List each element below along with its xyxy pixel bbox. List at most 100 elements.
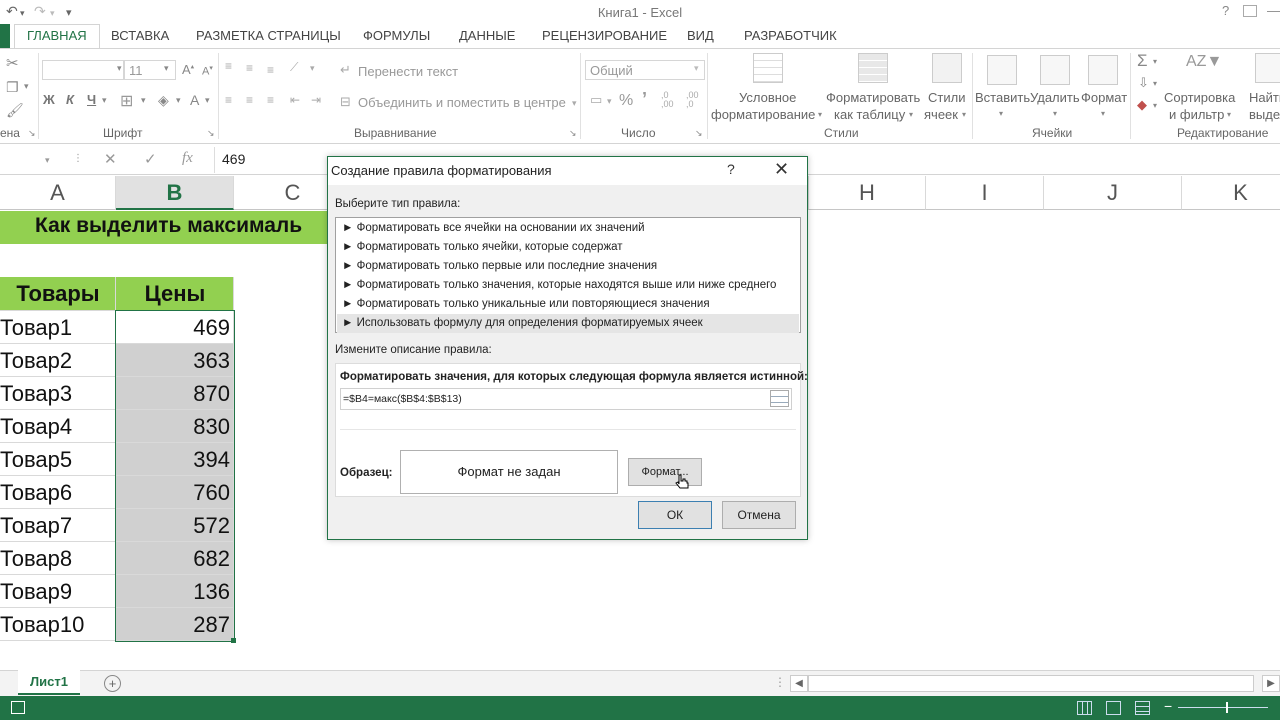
bold-button[interactable]: Ж bbox=[43, 92, 55, 107]
alignment-launcher-icon[interactable]: ↘ bbox=[569, 128, 577, 139]
column-header-h[interactable]: H bbox=[808, 176, 926, 210]
scroll-right-icon[interactable]: ▶ bbox=[1262, 675, 1280, 692]
tab-data[interactable]: ДАННЫЕ bbox=[459, 28, 515, 43]
cell-goods[interactable]: Товар7 bbox=[0, 513, 72, 539]
format-as-table-label2[interactable]: как таблицу bbox=[834, 107, 905, 122]
merge-dropdown-icon[interactable]: ▾ bbox=[572, 98, 577, 109]
macro-record-icon[interactable] bbox=[11, 701, 25, 714]
comma-style-button[interactable]: ’ bbox=[642, 89, 647, 110]
delete-dropdown-icon[interactable]: ▾ bbox=[1053, 109, 1057, 118]
file-tab[interactable] bbox=[0, 24, 10, 48]
cell-price[interactable]: 760 bbox=[116, 480, 230, 506]
dialog-close-icon[interactable]: ✕ bbox=[774, 159, 789, 180]
delete-cells-icon[interactable] bbox=[1040, 55, 1070, 85]
number-launcher-icon[interactable]: ↘ bbox=[695, 128, 703, 139]
align-bottom-icon[interactable]: ≡ bbox=[267, 63, 274, 77]
help-icon[interactable]: ? bbox=[1222, 3, 1229, 18]
format-cells-icon[interactable] bbox=[1088, 55, 1118, 85]
currency-icon[interactable]: ▭ bbox=[590, 92, 602, 108]
number-format-box[interactable]: Общий bbox=[585, 60, 705, 80]
cell-goods[interactable]: Товар3 bbox=[0, 381, 72, 407]
rule-type-list[interactable]: ► Форматировать все ячейки на основании … bbox=[335, 217, 801, 333]
wrap-text-icon[interactable]: ↵ bbox=[340, 62, 351, 78]
conditional-formatting-label1[interactable]: Условное bbox=[739, 90, 796, 105]
conditional-formatting-dropdown-icon[interactable]: ▾ bbox=[818, 110, 822, 119]
cell-price[interactable]: 136 bbox=[116, 579, 230, 605]
merge-center-button[interactable]: Объединить и поместить в центре bbox=[358, 95, 566, 110]
cell-price[interactable]: 363 bbox=[116, 348, 230, 374]
name-box-dropdown-icon[interactable]: ▾ bbox=[45, 155, 50, 166]
find-select-label2[interactable]: выдел bbox=[1249, 107, 1280, 122]
align-top-icon[interactable]: ≡ bbox=[225, 59, 232, 73]
format-as-table-label1[interactable]: Форматировать bbox=[826, 90, 920, 105]
page-break-view-icon[interactable] bbox=[1135, 701, 1150, 715]
tab-page-layout[interactable]: РАЗМЕТКА СТРАНИЦЫ bbox=[196, 28, 341, 43]
cell-goods[interactable]: Товар9 bbox=[0, 579, 72, 605]
currency-dropdown-icon[interactable]: ▾ bbox=[607, 96, 612, 107]
insert-cells-button[interactable]: Вставить bbox=[975, 90, 1030, 105]
header-goods[interactable]: Товары bbox=[0, 281, 116, 307]
sort-filter-dropdown-icon[interactable]: ▾ bbox=[1227, 110, 1231, 119]
merge-center-icon[interactable]: ⊟ bbox=[340, 94, 351, 110]
format-cells-button[interactable]: Формат bbox=[1081, 90, 1127, 105]
rule-type-item[interactable]: ► Форматировать только ячейки, которые с… bbox=[337, 238, 799, 257]
cell-styles-label2[interactable]: ячеек bbox=[924, 107, 958, 122]
zoom-slider-thumb[interactable] bbox=[1226, 702, 1228, 713]
cell-goods[interactable]: Товар8 bbox=[0, 546, 72, 572]
rule-type-item[interactable]: ► Форматировать только уникальные или по… bbox=[337, 295, 799, 314]
cell-goods[interactable]: Товар4 bbox=[0, 414, 72, 440]
cell-styles-icon[interactable] bbox=[932, 53, 962, 83]
tab-formulas[interactable]: ФОРМУЛЫ bbox=[363, 28, 430, 43]
cell-goods[interactable]: Товар6 bbox=[0, 480, 72, 506]
cell-goods[interactable]: Товар2 bbox=[0, 348, 72, 374]
conditional-formatting-label2[interactable]: форматирование bbox=[711, 107, 815, 122]
wrap-text-button[interactable]: Перенести текст bbox=[358, 64, 458, 79]
sort-filter-label1[interactable]: Сортировка bbox=[1164, 90, 1235, 105]
cell-styles-label1[interactable]: Стили bbox=[928, 90, 965, 105]
clear-icon[interactable]: ◆ bbox=[1137, 97, 1147, 113]
cell-price[interactable]: 572 bbox=[116, 513, 230, 539]
copy-icon[interactable]: ❐ bbox=[6, 79, 19, 96]
align-middle-icon[interactable]: ≡ bbox=[246, 61, 253, 75]
align-right-icon[interactable]: ≡ bbox=[267, 93, 274, 107]
increase-font-icon[interactable]: A▴ bbox=[182, 62, 194, 77]
borders-icon[interactable]: ⊞ bbox=[120, 91, 133, 111]
decrease-font-icon[interactable]: A▾ bbox=[202, 64, 213, 78]
normal-view-icon[interactable] bbox=[1077, 701, 1092, 715]
range-selector-icon[interactable] bbox=[770, 390, 789, 407]
cell-price[interactable]: 870 bbox=[116, 381, 230, 407]
column-header-b[interactable]: B bbox=[116, 176, 234, 210]
fill-color-icon[interactable]: ◈ bbox=[158, 92, 169, 109]
percent-button[interactable]: % bbox=[619, 92, 633, 110]
align-left-icon[interactable]: ≡ bbox=[225, 93, 232, 107]
horizontal-scrollbar[interactable] bbox=[808, 675, 1254, 692]
insert-dropdown-icon[interactable]: ▾ bbox=[999, 109, 1003, 118]
font-color-dropdown-icon[interactable]: ▾ bbox=[205, 95, 210, 106]
delete-cells-button[interactable]: Удалить bbox=[1030, 90, 1080, 105]
cell-goods[interactable]: Товар10 bbox=[0, 612, 84, 638]
ok-button[interactable]: ОК bbox=[638, 501, 712, 529]
cancel-entry-icon[interactable]: ✕ bbox=[104, 150, 117, 168]
font-color-icon[interactable]: A bbox=[190, 92, 199, 108]
orientation-icon[interactable]: ⟋ bbox=[290, 60, 298, 75]
rule-type-item-selected[interactable]: ► Использовать формулу для определения ф… bbox=[337, 314, 799, 333]
column-header-k[interactable]: K bbox=[1182, 176, 1280, 210]
autosum-dropdown-icon[interactable]: ▾ bbox=[1153, 57, 1157, 66]
insert-cells-icon[interactable] bbox=[987, 55, 1017, 85]
scroll-left-icon[interactable]: ◀ bbox=[790, 675, 808, 692]
font-name-box[interactable] bbox=[42, 60, 124, 80]
font-launcher-icon[interactable]: ↘ bbox=[207, 128, 215, 139]
clear-dropdown-icon[interactable]: ▾ bbox=[1153, 101, 1157, 110]
cell-price[interactable]: 394 bbox=[116, 447, 230, 473]
cell-price[interactable]: 682 bbox=[116, 546, 230, 572]
column-header-j[interactable]: J bbox=[1044, 176, 1182, 210]
sheet-tab-active[interactable]: Лист1 bbox=[18, 670, 80, 695]
cell-styles-dropdown-icon[interactable]: ▾ bbox=[962, 110, 966, 119]
sort-filter-icon[interactable]: AZ▼ bbox=[1186, 53, 1222, 83]
font-size-dropdown-icon[interactable]: ▾ bbox=[164, 63, 169, 74]
orientation-dropdown-icon[interactable]: ▾ bbox=[310, 63, 315, 74]
find-select-icon[interactable] bbox=[1255, 53, 1280, 83]
fill-icon[interactable]: ⇩ bbox=[1138, 75, 1149, 91]
cut-icon[interactable]: ✂ bbox=[6, 54, 19, 72]
formula-value[interactable]: =$B4=макс($B$4:$B$13) bbox=[343, 393, 462, 405]
